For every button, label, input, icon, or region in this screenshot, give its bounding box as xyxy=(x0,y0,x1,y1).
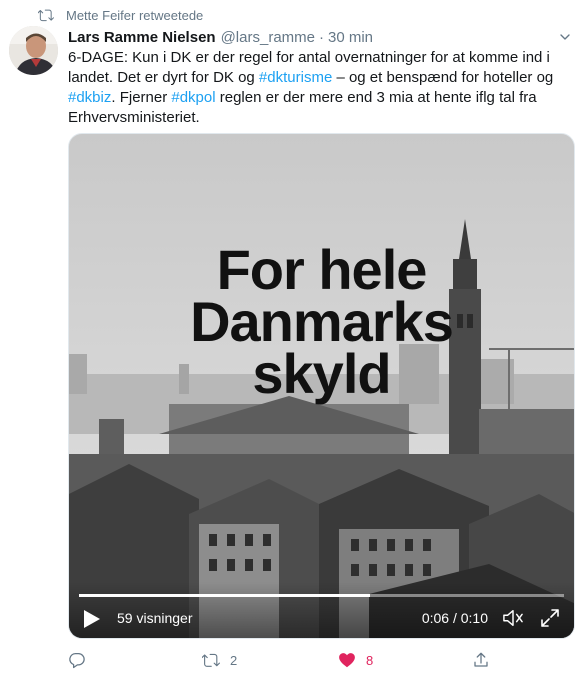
retweet-notice[interactable]: Mette Feifer retweetede xyxy=(38,6,203,24)
video-progress-fill xyxy=(79,594,370,597)
retweet-notice-text: Mette Feifer retweetede xyxy=(66,7,204,23)
video-overlay-title: For hele Danmarks skyld xyxy=(69,238,574,405)
tweet-text-fragment: Erhvervsministeriet. xyxy=(68,109,200,126)
share-button[interactable] xyxy=(472,651,490,669)
share-icon xyxy=(474,652,488,667)
video-timecode: 0:06 / 0:10 xyxy=(421,610,488,626)
mute-icon[interactable] xyxy=(502,608,524,628)
reply-icon xyxy=(69,652,85,669)
tweet-text-fragment: landet. Det er dyrt for DK og xyxy=(68,69,259,86)
hashtag-link[interactable]: #dkbiz xyxy=(68,89,111,106)
view-count: 59 visninger xyxy=(117,610,193,626)
video-player[interactable]: For hele Danmarks skyld 59 visninger 0:0… xyxy=(68,133,575,639)
avatar-image xyxy=(9,26,58,75)
tweet-text-line: #dkbiz. Fjerner #dkpol reglen er der mer… xyxy=(68,88,573,108)
like-button[interactable]: 8 xyxy=(338,651,373,669)
retweet-count: 2 xyxy=(230,652,238,668)
overlay-line: skyld xyxy=(252,342,391,405)
tweet-actions: 2 8 xyxy=(68,651,573,671)
tweet-time[interactable]: 30 min xyxy=(328,29,373,46)
avatar[interactable] xyxy=(9,26,58,75)
tweet-text-fragment: 6-DAGE: Kun i DK er der regel for antal … xyxy=(68,49,550,66)
tweet-text-fragment: – og et benspænd for hoteller og xyxy=(332,69,554,86)
tweet-text: 6-DAGE: Kun i DK er der regel for antal … xyxy=(68,48,573,128)
header-separator: · xyxy=(319,28,324,46)
tweet-text-fragment: reglen er der mere end 3 mia at hente if… xyxy=(215,89,537,106)
retweet-icon xyxy=(38,9,54,22)
hashtag-link[interactable]: #dkpol xyxy=(171,89,215,106)
chevron-down-icon[interactable] xyxy=(557,29,573,45)
tweet-text-line: Erhvervsministeriet. xyxy=(68,108,573,128)
retweet-icon xyxy=(202,653,220,667)
tweet-text-fragment: . Fjerner xyxy=(111,89,172,106)
video-controls: 59 visninger 0:06 / 0:10 xyxy=(69,582,574,638)
author-handle[interactable]: @lars_ramme xyxy=(221,29,315,46)
retweet-button[interactable]: 2 xyxy=(202,651,237,669)
tweet-text-line: landet. Det er dyrt for DK og #dkturisme… xyxy=(68,68,573,88)
heart-icon xyxy=(339,653,355,668)
overlay-line: For hele xyxy=(216,238,428,301)
tweet-text-line: 6-DAGE: Kun i DK er der regel for antal … xyxy=(68,48,573,68)
play-icon[interactable] xyxy=(83,609,101,629)
hashtag-link[interactable]: #dkturisme xyxy=(259,69,332,86)
overlay-line: Danmarks xyxy=(190,290,454,353)
video-progress-bar[interactable] xyxy=(79,594,564,597)
tweet-header: Lars Ramme Nielsen @lars_ramme · 30 min xyxy=(68,27,573,47)
fullscreen-icon[interactable] xyxy=(540,608,560,628)
like-count: 8 xyxy=(366,652,374,668)
reply-button[interactable] xyxy=(68,651,96,669)
author-name[interactable]: Lars Ramme Nielsen xyxy=(68,29,216,46)
